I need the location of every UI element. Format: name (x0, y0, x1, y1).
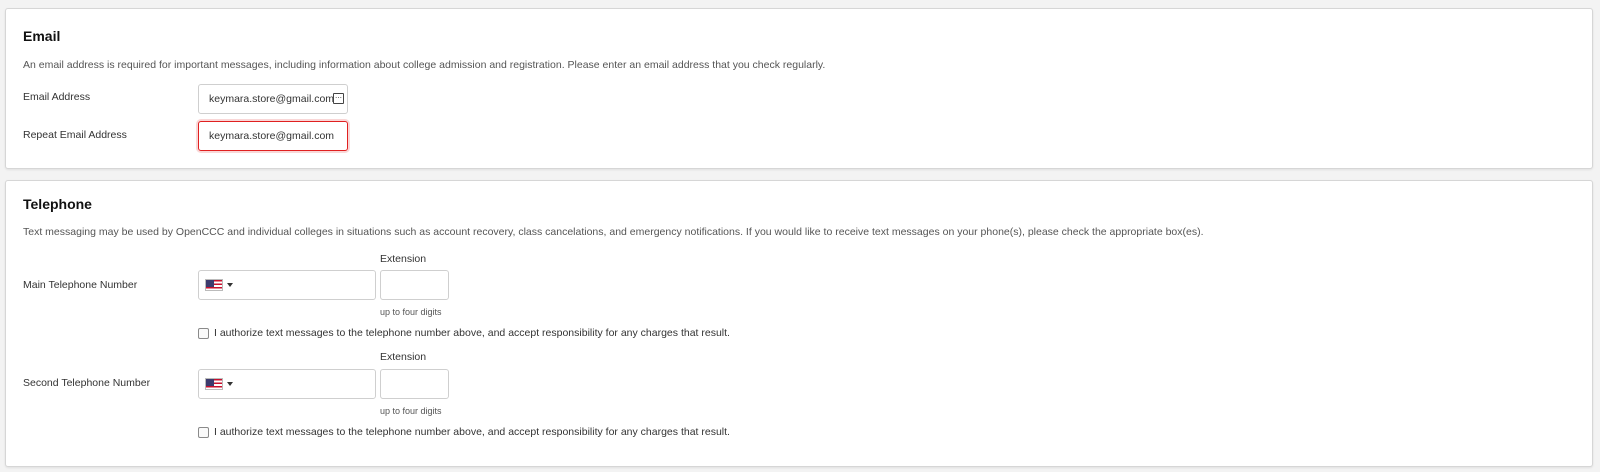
main-telephone-label: Main Telephone Number (23, 279, 138, 291)
autofill-key-icon[interactable]: ⋯ (333, 93, 344, 104)
main-authorize-label[interactable]: I authorize text messages to the telepho… (214, 327, 730, 339)
repeat-email-address-input[interactable] (198, 121, 348, 151)
email-section: Email An email address is required for i… (5, 8, 1593, 169)
main-extension-hint: up to four digits (380, 307, 442, 317)
telephone-description: Text messaging may be used by OpenCCC an… (23, 226, 1204, 238)
caret-down-icon (227, 382, 233, 386)
second-extension-hint: up to four digits (380, 406, 442, 416)
main-country-dropdown[interactable] (199, 271, 237, 299)
main-telephone-input[interactable] (198, 270, 376, 300)
telephone-section-title: Telephone (23, 196, 92, 212)
us-flag-icon (205, 279, 223, 291)
second-telephone-label: Second Telephone Number (23, 377, 151, 389)
caret-down-icon (227, 283, 233, 287)
second-authorize-checkbox[interactable] (198, 426, 209, 438)
repeat-email-address-label: Repeat Email Address (23, 129, 127, 141)
second-authorize-row[interactable]: I authorize text messages to the telepho… (198, 426, 730, 438)
main-extension-input[interactable] (380, 270, 449, 300)
second-country-dropdown[interactable] (199, 370, 237, 398)
us-flag-icon (205, 378, 223, 390)
second-extension-input[interactable] (380, 369, 449, 399)
second-authorize-label[interactable]: I authorize text messages to the telepho… (214, 426, 730, 438)
email-address-label: Email Address (23, 91, 91, 103)
telephone-section: Telephone Text messaging may be used by … (5, 180, 1593, 467)
main-authorize-checkbox[interactable] (198, 327, 209, 339)
email-address-input[interactable] (198, 84, 348, 114)
second-extension-label: Extension (380, 351, 427, 363)
main-authorize-row[interactable]: I authorize text messages to the telepho… (198, 327, 730, 339)
email-description: An email address is required for importa… (23, 59, 826, 71)
main-extension-label: Extension (380, 253, 427, 265)
second-telephone-input[interactable] (198, 369, 376, 399)
email-section-title: Email (23, 28, 61, 44)
